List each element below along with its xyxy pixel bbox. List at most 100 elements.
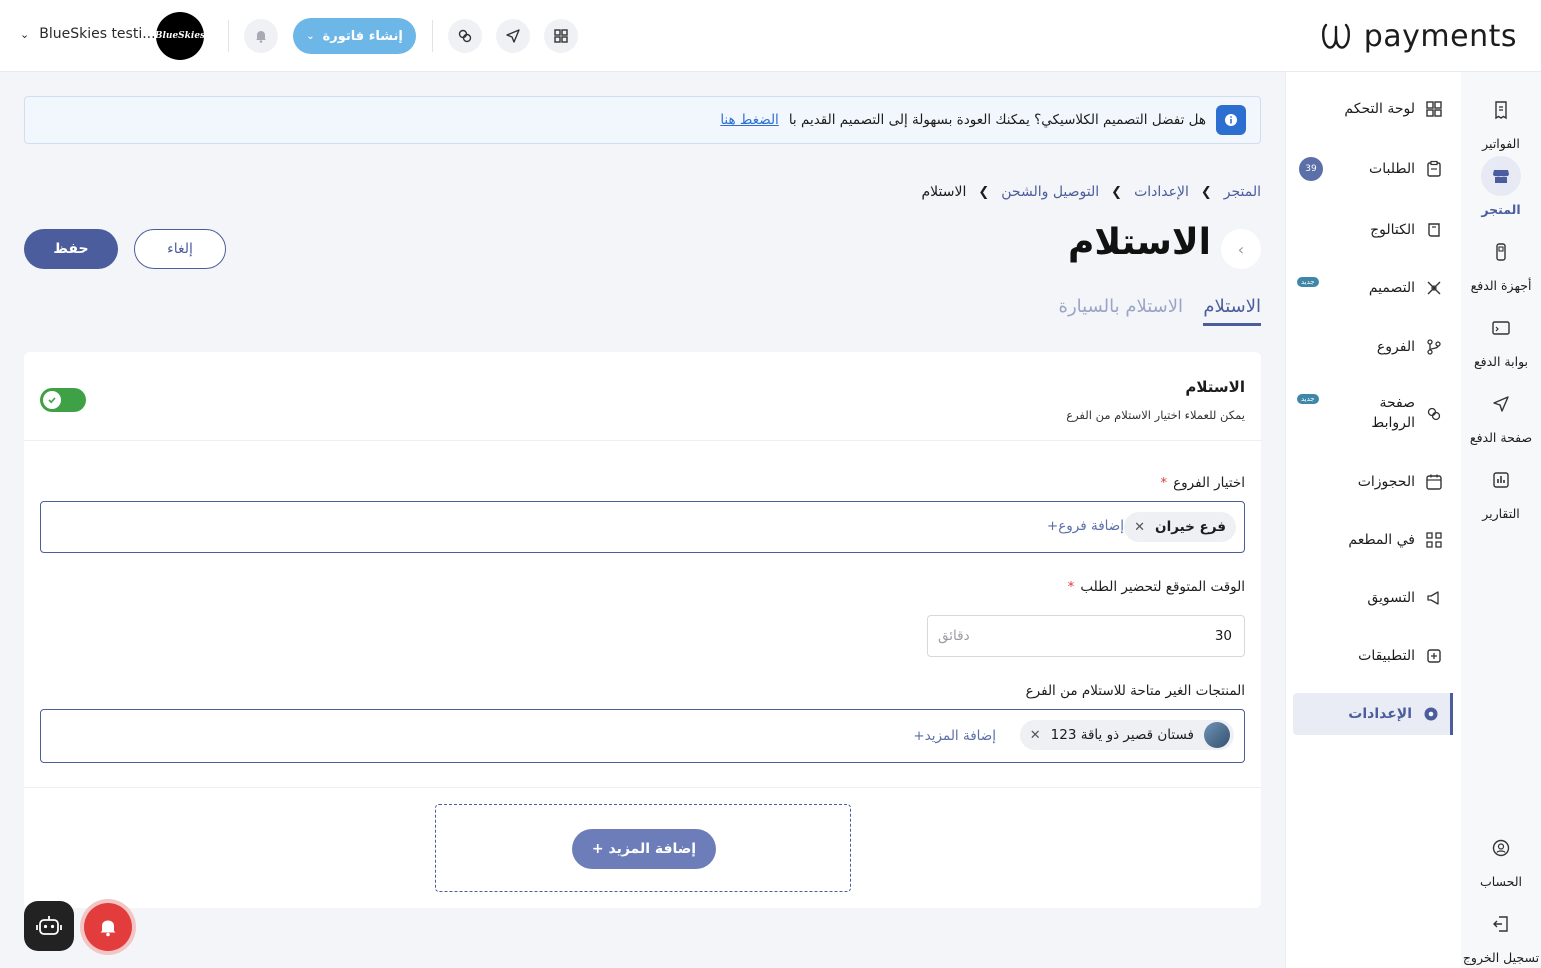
cancel-button[interactable]: إلغاء bbox=[134, 229, 226, 269]
unavailable-products-select[interactable]: فستان قصير ذو ياقة 123 ✕ +إضافة المزيد bbox=[40, 709, 1245, 763]
back-button[interactable]: ‹ bbox=[1221, 229, 1261, 269]
breadcrumb-store[interactable]: المتجر bbox=[1224, 184, 1261, 200]
unavailable-products-label: المنتجات الغير متاحة للاستلام من الفرع bbox=[1025, 683, 1245, 699]
chevron-down-icon: ⌄ bbox=[20, 27, 30, 41]
bell-icon bbox=[256, 31, 266, 43]
divider bbox=[432, 20, 433, 52]
close-icon[interactable]: ✕ bbox=[1030, 728, 1041, 743]
chevron-left-icon: ❯ bbox=[978, 184, 990, 200]
menu-item-design[interactable]: التصميم جديد bbox=[1293, 267, 1453, 309]
menu-item-orders[interactable]: الطلبات 39 bbox=[1293, 148, 1453, 190]
rail-item-gateway[interactable]: بوابة الدفع bbox=[1461, 308, 1541, 369]
alerts-button[interactable] bbox=[84, 903, 132, 951]
rail-item-reports[interactable]: التقارير bbox=[1461, 460, 1541, 521]
qr-icon bbox=[1426, 532, 1442, 548]
menu-label: الطلبات bbox=[1369, 161, 1415, 177]
tab-pickup[interactable]: الاستلام bbox=[1203, 296, 1261, 326]
prep-time-unit: دقائق bbox=[938, 628, 970, 644]
classic-design-banner: هل تفضل التصميم الكلاسيكي؟ يمكنك العودة … bbox=[24, 96, 1261, 144]
chevron-left-icon: ❯ bbox=[1111, 184, 1123, 200]
prep-time-value: 30 bbox=[1214, 628, 1232, 644]
menu-item-bookings[interactable]: الحجوزات bbox=[1293, 461, 1453, 503]
logout-icon bbox=[1493, 916, 1508, 932]
pickup-settings-card: الاستلام يمكن للعملاء اختيار الاستلام من… bbox=[24, 352, 1261, 908]
menu-label: صفحة الروابط bbox=[1371, 395, 1415, 431]
menu-label: التطبيقات bbox=[1358, 648, 1415, 664]
breadcrumb-delivery[interactable]: التوصيل والشحن bbox=[1001, 184, 1099, 200]
breadcrumb-settings[interactable]: الإعدادات bbox=[1134, 184, 1189, 200]
new-badge: جديد bbox=[1297, 394, 1319, 404]
info-icon bbox=[1216, 105, 1246, 135]
menu-label: في المطعم bbox=[1348, 532, 1415, 548]
reports-icon bbox=[1493, 472, 1509, 488]
rail-item-store[interactable]: المتجر bbox=[1461, 156, 1541, 217]
banner-text: هل تفضل التصميم الكلاسيكي؟ يمكنك العودة … bbox=[788, 112, 1206, 128]
add-branches-link[interactable]: +إضافة فروع bbox=[1047, 518, 1124, 534]
create-invoice-label: إنشاء فاتورة bbox=[322, 28, 403, 44]
links-icon bbox=[1427, 407, 1441, 421]
menu-item-marketing[interactable]: التسويق bbox=[1293, 577, 1453, 619]
prep-time-label: الوقت المتوقع لتحضير الطلب* bbox=[1067, 579, 1245, 595]
add-more-button[interactable]: + إضافة المزيد bbox=[572, 829, 716, 869]
create-invoice-button[interactable]: ⌄ إنشاء فاتورة bbox=[293, 18, 416, 54]
classic-design-link[interactable]: الضغط هنا bbox=[720, 112, 779, 128]
rail-item-account[interactable]: الحساب bbox=[1461, 828, 1541, 889]
breadcrumb: المتجر ❯ الإعدادات ❯ التوصيل والشحن ❯ ال… bbox=[922, 184, 1262, 200]
rail-label: الحساب bbox=[1479, 874, 1523, 889]
section-subtitle: يمكن للعملاء اختيار الاستلام من الفرع bbox=[1066, 408, 1245, 422]
menu-item-link-page[interactable]: صفحة الروابط جديد bbox=[1293, 392, 1453, 436]
invoice-icon bbox=[1495, 101, 1507, 120]
link-button[interactable] bbox=[448, 19, 482, 53]
icon-rail: الفواتير المتجر أجهزة الدفع بوابة الدفع … bbox=[1461, 72, 1541, 968]
calendar-icon bbox=[1426, 474, 1442, 490]
pos-device-icon bbox=[1496, 243, 1506, 261]
rail-label: الفواتير bbox=[1482, 136, 1520, 151]
avatar[interactable]: BlueSkies bbox=[155, 12, 205, 60]
menu-label: الإعدادات bbox=[1348, 706, 1412, 722]
robot-icon bbox=[36, 916, 62, 935]
prep-time-input[interactable]: 30 دقائق bbox=[927, 615, 1245, 657]
product-chip[interactable]: فستان قصير ذو ياقة 123 ✕ bbox=[1019, 720, 1234, 750]
menu-label: الكتالوج bbox=[1370, 222, 1415, 238]
send-button[interactable] bbox=[496, 19, 530, 53]
store-menu: لوحة التحكم الطلبات 39 الكتالوج التصميم … bbox=[1285, 72, 1461, 968]
add-more-area: + إضافة المزيد bbox=[435, 804, 851, 892]
chevron-down-icon: ⌄ bbox=[306, 30, 315, 42]
branch-chip[interactable]: فرع خيران ✕ bbox=[1124, 512, 1236, 542]
brand-name: payments bbox=[1363, 18, 1517, 54]
menu-label: لوحة التحكم bbox=[1344, 101, 1415, 117]
save-button[interactable]: حفظ bbox=[24, 229, 118, 269]
chatbot-button[interactable] bbox=[24, 901, 74, 951]
pickup-toggle[interactable] bbox=[40, 388, 86, 412]
rail-item-invoices[interactable]: الفواتير bbox=[1461, 90, 1541, 151]
divider bbox=[228, 20, 229, 52]
menu-item-branches[interactable]: الفروع bbox=[1293, 326, 1453, 368]
rail-item-pos-devices[interactable]: أجهزة الدفع bbox=[1461, 232, 1541, 293]
rail-label: تسجيل الخروج bbox=[1462, 950, 1540, 965]
top-bar: payments ⌄ إنشاء فاتورة BlueSkies ⌄ Blue… bbox=[0, 0, 1541, 72]
bell-icon bbox=[100, 920, 116, 937]
menu-item-dashboard[interactable]: لوحة التحكم bbox=[1293, 88, 1453, 130]
megaphone-icon bbox=[1427, 591, 1439, 605]
rail-label: المتجر bbox=[1481, 202, 1521, 217]
tab-car-pickup[interactable]: الاستلام بالسيارة bbox=[1059, 296, 1183, 323]
qr-scan-button[interactable] bbox=[544, 19, 578, 53]
rail-item-pay-page[interactable]: صفحة الدفع bbox=[1461, 384, 1541, 445]
prep-time-label-text: الوقت المتوقع لتحضير الطلب bbox=[1080, 579, 1245, 595]
brand-mark-icon bbox=[1321, 23, 1350, 49]
branches-label: اختيار الفروع* bbox=[1160, 475, 1245, 491]
brand-logo[interactable]: payments bbox=[1320, 18, 1517, 54]
branches-select[interactable]: فرع خيران ✕ +إضافة فروع bbox=[40, 501, 1245, 553]
link-icon bbox=[458, 29, 472, 43]
menu-item-settings[interactable]: الإعدادات bbox=[1293, 693, 1453, 735]
notifications-button[interactable] bbox=[244, 19, 278, 53]
close-icon[interactable]: ✕ bbox=[1134, 520, 1145, 535]
add-more-link[interactable]: +إضافة المزيد bbox=[913, 728, 996, 744]
menu-item-catalog[interactable]: الكتالوج bbox=[1293, 209, 1453, 251]
design-icon bbox=[1427, 281, 1441, 295]
rail-item-logout[interactable]: تسجيل الخروج bbox=[1461, 904, 1541, 965]
apps-icon bbox=[1427, 649, 1441, 663]
menu-item-apps[interactable]: التطبيقات bbox=[1293, 635, 1453, 677]
account-switcher[interactable]: ⌄ BlueSkies testi... bbox=[20, 26, 156, 42]
menu-item-restaurant[interactable]: في المطعم bbox=[1293, 519, 1453, 561]
